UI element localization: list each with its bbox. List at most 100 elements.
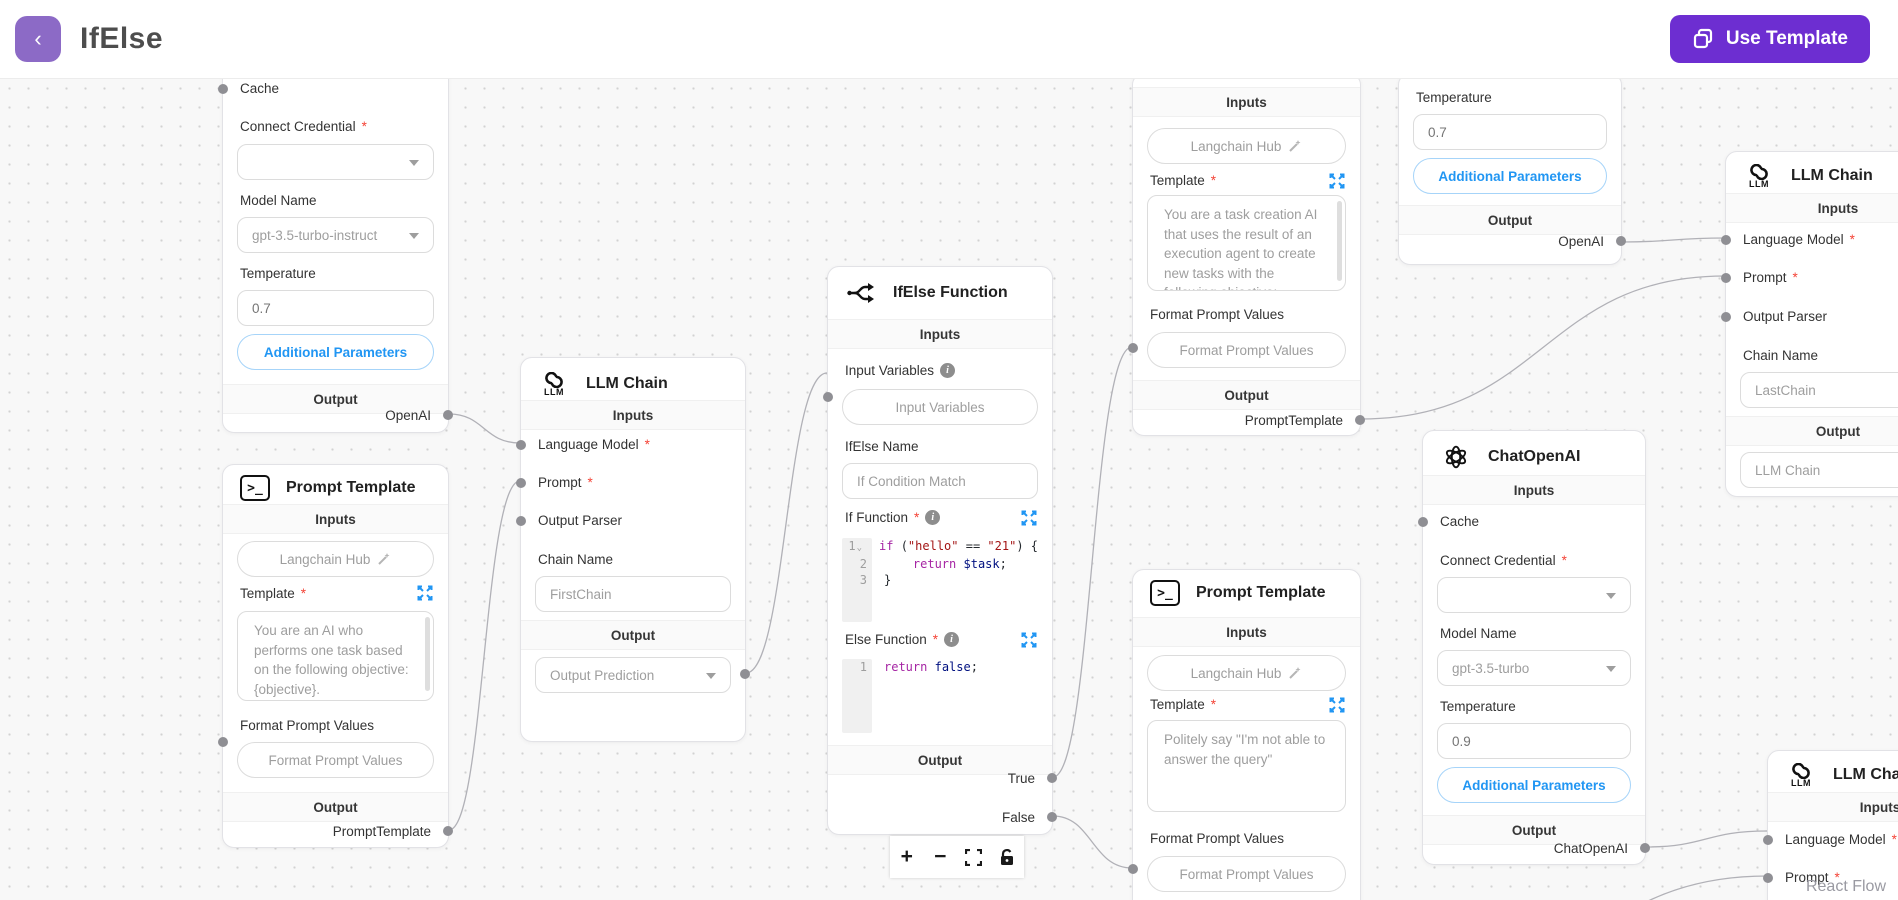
output-anchor-chatopenai: ChatOpenAI xyxy=(1553,841,1628,856)
terminal-icon: >_ xyxy=(1150,580,1180,606)
node-title: LLM Chain xyxy=(1833,766,1898,783)
output-handle-false[interactable] xyxy=(1047,812,1057,822)
node-prompt-template-top[interactable]: Inputs Langchain Hub Template * You are a… xyxy=(1128,79,1365,436)
zoom-out-button[interactable]: − xyxy=(925,839,955,875)
output-anchor-prompttemplate: PromptTemplate xyxy=(1244,413,1343,428)
back-chevron-icon: ‹ xyxy=(34,26,42,51)
additional-parameters-button[interactable]: Additional Parameters xyxy=(237,334,434,370)
node-title: IfElse Function xyxy=(893,284,1008,301)
model-name-select[interactable]: gpt-3.5-turbo xyxy=(1437,650,1631,686)
temperature-input[interactable]: 0.7 xyxy=(1413,114,1607,150)
additional-parameters-button[interactable]: Additional Parameters xyxy=(1413,158,1607,194)
node-title: Prompt Template xyxy=(1196,584,1326,601)
prompt-label: Prompt * xyxy=(538,475,593,490)
required-asterisk: * xyxy=(300,586,307,601)
wand-icon xyxy=(1289,667,1301,679)
input-handle-prompt[interactable] xyxy=(1721,273,1731,283)
output-handle-openai[interactable] xyxy=(443,410,453,420)
output-handle-openai[interactable] xyxy=(1616,236,1626,246)
template-textarea[interactable]: Politely say "I'm not able to answer the… xyxy=(1147,720,1346,812)
node-prompt-template-bottom[interactable]: >_ Prompt Template Inputs Langchain Hub … xyxy=(1128,569,1361,900)
llm-chain-icon: LLM xyxy=(538,368,570,400)
node-ifelse-function[interactable]: IfElse Function Inputs Input Variables i … xyxy=(823,266,1057,835)
scrollbar-thumb[interactable] xyxy=(1337,201,1342,281)
node-prompt-template-left[interactable]: >_ Prompt Template Inputs Langchain Hub … xyxy=(218,464,453,848)
connect-credential-select[interactable] xyxy=(237,144,434,180)
info-icon[interactable]: i xyxy=(925,510,941,525)
input-handle-prompt[interactable] xyxy=(516,478,526,488)
input-handle-language-model[interactable] xyxy=(1721,235,1731,245)
if-function-code-editor[interactable]: 1⌄ if ("hello" == "21") {2 return $task; 3… xyxy=(842,538,1038,622)
model-name-label: Model Name xyxy=(1440,626,1517,641)
output-parser-label: Output Parser xyxy=(1743,309,1828,324)
template-label: Template * xyxy=(240,586,307,601)
expand-icon[interactable] xyxy=(1329,173,1345,189)
expand-icon[interactable] xyxy=(417,585,433,601)
chain-name-input[interactable]: LastChain xyxy=(1740,372,1898,408)
output-prediction-select[interactable]: Output Prediction xyxy=(535,657,731,693)
langchain-hub-input[interactable]: Langchain Hub xyxy=(1147,655,1346,691)
node-llm-chain-center[interactable]: LLM LLM Chain Inputs Language Model * Pro… xyxy=(516,357,750,742)
output-handle-prompttemplate[interactable] xyxy=(1355,415,1365,425)
temperature-input[interactable]: 0.9 xyxy=(1437,723,1631,759)
llm-chain-icon: LLM xyxy=(1785,759,1817,791)
edge xyxy=(1645,830,1768,848)
expand-icon[interactable] xyxy=(1021,632,1037,648)
output-section-header: Output xyxy=(1726,416,1898,446)
langchain-hub-input[interactable]: Langchain Hub xyxy=(237,541,434,577)
language-model-label: Language Model * xyxy=(1743,232,1855,247)
additional-parameters-button[interactable]: Additional Parameters xyxy=(1437,767,1631,803)
inputs-section-header: Inputs xyxy=(521,400,745,430)
input-handle-output-parser[interactable] xyxy=(516,516,526,526)
output-handle-true[interactable] xyxy=(1047,773,1057,783)
expand-icon[interactable] xyxy=(1329,697,1345,713)
cache-label: Cache xyxy=(1440,514,1480,529)
input-handle-format-prompt-values[interactable] xyxy=(218,737,228,747)
back-button[interactable]: ‹ xyxy=(15,16,61,62)
node-chatopenai[interactable]: ChatOpenAI Inputs Cache Connect Credenti… xyxy=(1418,430,1650,865)
output-handle-chatopenai[interactable] xyxy=(1640,843,1650,853)
info-icon[interactable]: i xyxy=(944,632,960,647)
inputs-section-header: Inputs xyxy=(1133,87,1360,117)
input-handle-output-parser[interactable] xyxy=(1721,312,1731,322)
canvas-controls: + − xyxy=(890,836,1024,878)
lock-button[interactable] xyxy=(992,839,1022,875)
chain-name-input[interactable]: FirstChain xyxy=(535,576,731,612)
node-openai-top-right[interactable]: Temperature 0.7 Additional Parameters Ou… xyxy=(1398,79,1626,265)
node-llm-chain-right[interactable]: LLM LLM Chain Inputs Language Model * Pro… xyxy=(1721,151,1898,497)
else-function-code-editor[interactable]: 1 return false; xyxy=(842,659,1038,733)
node-openai-left[interactable]: Cache Connect Credential * Model Name gpt… xyxy=(218,79,453,433)
input-handle-cache[interactable] xyxy=(218,84,228,94)
output-handle-output-prediction[interactable] xyxy=(740,669,750,679)
info-icon[interactable]: i xyxy=(940,363,956,378)
inputs-section-header: Inputs xyxy=(1133,617,1360,647)
input-handle-language-model[interactable] xyxy=(1763,835,1773,845)
temperature-input[interactable]: 0.7 xyxy=(237,290,434,326)
format-prompt-values-input[interactable]: Format Prompt Values xyxy=(1147,332,1346,368)
input-handle-format-prompt-values[interactable] xyxy=(1128,343,1138,353)
flow-canvas[interactable]: Cache Connect Credential * Model Name gpt… xyxy=(0,79,1898,900)
template-textarea[interactable]: You are an AI who performs one task base… xyxy=(237,611,434,701)
fit-view-button[interactable] xyxy=(959,839,989,875)
use-template-button[interactable]: Use Template xyxy=(1669,15,1870,63)
ifelse-name-input[interactable]: If Condition Match xyxy=(842,463,1038,499)
input-handle-language-model[interactable] xyxy=(516,440,526,450)
input-handle-input-variables[interactable] xyxy=(823,392,833,402)
llm-chain-output-select[interactable]: LLM Chain xyxy=(1740,452,1898,488)
template-textarea[interactable]: You are a task creation AI that uses the… xyxy=(1147,195,1346,291)
scrollbar-thumb[interactable] xyxy=(425,617,430,691)
input-variables-input[interactable]: Input Variables xyxy=(842,389,1038,425)
input-handle-format-prompt-values[interactable] xyxy=(1128,864,1138,874)
input-handle-cache[interactable] xyxy=(1418,517,1428,527)
expand-icon[interactable] xyxy=(1021,510,1037,526)
connect-credential-select[interactable] xyxy=(1437,577,1631,613)
langchain-hub-input[interactable]: Langchain Hub xyxy=(1147,128,1346,164)
model-name-select[interactable]: gpt-3.5-turbo-instruct xyxy=(237,217,434,253)
zoom-in-button[interactable]: + xyxy=(892,839,922,875)
input-variables-label: Input Variables i xyxy=(845,363,956,378)
output-anchor-prompttemplate: PromptTemplate xyxy=(332,824,431,839)
format-prompt-values-input[interactable]: Format Prompt Values xyxy=(237,742,434,778)
input-handle-prompt[interactable] xyxy=(1763,873,1773,883)
output-handle-prompttemplate[interactable] xyxy=(443,826,453,836)
format-prompt-values-input[interactable]: Format Prompt Values xyxy=(1147,856,1346,892)
